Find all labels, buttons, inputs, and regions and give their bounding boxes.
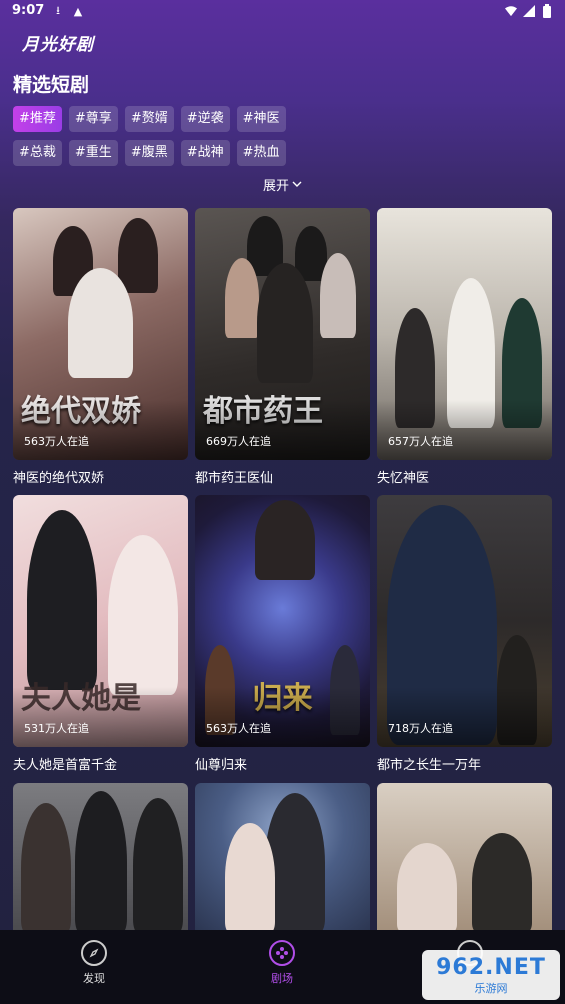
poster-figure: [118, 218, 158, 293]
drama-card[interactable]: 718万人在追 都市之长生一万年: [377, 495, 552, 773]
drama-card[interactable]: 都市药王 669万人在追 都市药王医仙: [195, 208, 370, 486]
status-indicators: [505, 4, 553, 18]
wifi-icon: [505, 4, 517, 18]
site-watermark: 962.NET 乐游网: [422, 950, 560, 1000]
section-title: 精选短剧: [13, 74, 90, 96]
drama-card[interactable]: 夫人她是 531万人在追 夫人她是首富千金: [13, 495, 188, 773]
poster-figure: [133, 798, 183, 933]
nav-theater[interactable]: 剧场: [252, 940, 312, 986]
drama-poster[interactable]: [377, 783, 552, 933]
nav-label: 发现: [83, 972, 105, 985]
poster-shade: [377, 687, 552, 747]
drama-poster[interactable]: 都市药王 669万人在追: [195, 208, 370, 460]
poster-figure: [21, 803, 71, 933]
follow-count: 657万人在追: [388, 435, 453, 448]
poster-figure: [108, 535, 178, 695]
drama-card[interactable]: 绝代双娇 563万人在追 神医的绝代双娇: [13, 208, 188, 486]
poster-figure: [225, 258, 259, 338]
poster-figure: [255, 500, 315, 580]
drama-title[interactable]: 神医的绝代双娇: [13, 467, 188, 486]
drama-card[interactable]: [377, 783, 552, 933]
tag-miracle-doctor[interactable]: #神医: [236, 106, 286, 132]
poster-figure: [472, 833, 532, 933]
drama-title[interactable]: 仙尊归来: [195, 754, 370, 773]
film-reel-icon: [269, 940, 295, 966]
app-title: 月光好剧: [22, 35, 94, 55]
poster-shade: [13, 687, 188, 747]
drama-title[interactable]: 失忆神医: [377, 467, 552, 486]
drama-card[interactable]: [195, 783, 370, 933]
status-time: 9:07: [12, 3, 45, 18]
tag-ceo[interactable]: #总裁: [13, 140, 62, 166]
drama-poster[interactable]: 归来 563万人在追: [195, 495, 370, 747]
tag-premium[interactable]: #尊享: [68, 106, 118, 132]
drama-poster[interactable]: 657万人在追: [377, 208, 552, 460]
drama-card[interactable]: 657万人在追 失忆神医: [377, 208, 552, 486]
drama-title[interactable]: 夫人她是首富千金: [13, 754, 188, 773]
tag-war-god[interactable]: #战神: [180, 140, 230, 166]
watermark-sub: 乐游网: [474, 981, 508, 995]
download-icon: ⭳: [56, 3, 60, 17]
follow-count: 669万人在追: [206, 435, 271, 448]
app-notification-icon: ▲: [73, 4, 83, 18]
drama-card[interactable]: 归来 563万人在追 仙尊归来: [195, 495, 370, 773]
expand-button[interactable]: 展开: [263, 175, 302, 194]
nav-label: 剧场: [271, 972, 293, 985]
follow-count: 563万人在追: [206, 722, 271, 735]
tag-scheming[interactable]: #腹黑: [124, 140, 174, 166]
drama-poster[interactable]: [195, 783, 370, 933]
poster-figure: [27, 510, 97, 690]
follow-count: 531万人在追: [24, 722, 89, 735]
status-notifications: ⭳ ▲: [52, 4, 84, 18]
tag-son-in-law[interactable]: #赘婿: [124, 106, 174, 132]
compass-icon: [81, 940, 107, 966]
poster-figure: [320, 253, 356, 338]
battery-icon: [541, 4, 553, 18]
poster-figure: [68, 268, 133, 378]
follow-count: 563万人在追: [24, 435, 89, 448]
drama-poster[interactable]: 绝代双娇 563万人在追: [13, 208, 188, 460]
poster-shade: [195, 687, 370, 747]
expand-label: 展开: [263, 179, 290, 194]
watermark-main: 962.NET: [436, 954, 546, 980]
poster-figure: [225, 823, 275, 933]
poster-figure: [257, 263, 313, 383]
follow-count: 718万人在追: [388, 722, 453, 735]
chevron-down-icon: [292, 177, 302, 192]
tag-list: #推荐 #尊享 #赘婿 #逆袭 #神医 #总裁 #重生 #腹黑 #战神 #热血: [13, 106, 303, 166]
drama-title[interactable]: 都市之长生一万年: [377, 754, 552, 773]
tag-comeback[interactable]: #逆袭: [180, 106, 230, 132]
signal-icon: [523, 4, 535, 18]
poster-figure: [397, 843, 457, 933]
poster-shade: [13, 400, 188, 460]
drama-poster[interactable]: 718万人在追: [377, 495, 552, 747]
nav-discover[interactable]: 发现: [64, 940, 124, 986]
poster-shade: [195, 400, 370, 460]
tag-recommend[interactable]: #推荐: [13, 106, 62, 132]
tag-rebirth[interactable]: #重生: [68, 140, 118, 166]
status-bar: 9:07 ⭳ ▲: [0, 0, 565, 24]
poster-shade: [377, 400, 552, 460]
drama-poster[interactable]: [13, 783, 188, 933]
drama-card[interactable]: [13, 783, 188, 933]
drama-title[interactable]: 都市药王医仙: [195, 467, 370, 486]
tag-passion[interactable]: #热血: [236, 140, 286, 166]
drama-poster[interactable]: 夫人她是 531万人在追: [13, 495, 188, 747]
poster-figure: [75, 791, 127, 933]
